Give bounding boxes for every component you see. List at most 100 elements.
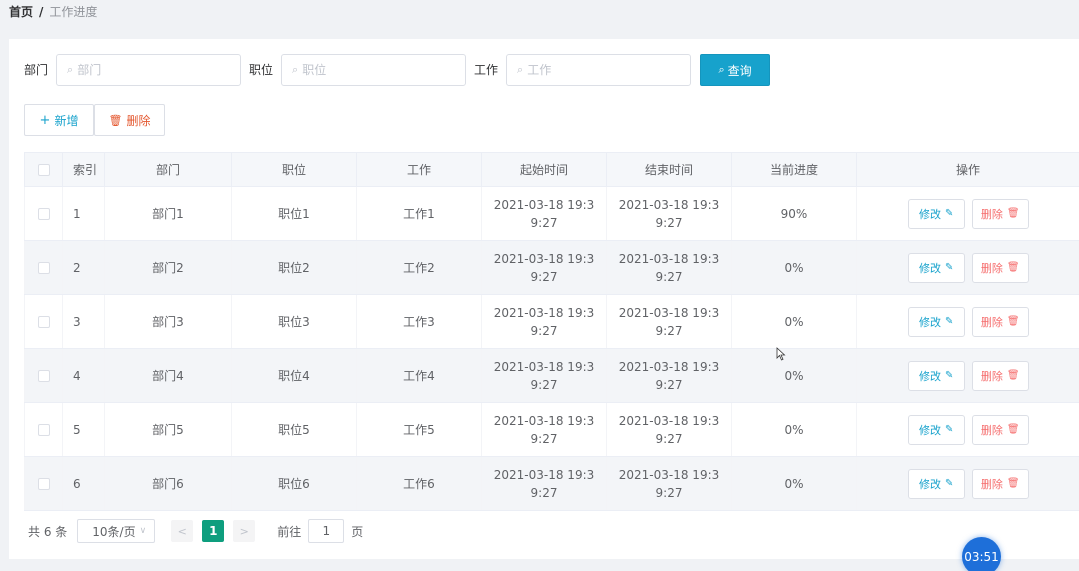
- cell-end-time: 2021-03-18 19:39:27: [606, 294, 732, 349]
- edit-button[interactable]: 修改 ✎: [907, 414, 965, 445]
- position-search-input[interactable]: [302, 63, 443, 77]
- page-size-value: 10条/页: [92, 524, 136, 539]
- header-start-time: 起始时间: [481, 152, 607, 187]
- edit-icon: ✎: [945, 262, 954, 273]
- cell-progress: 0%: [731, 294, 857, 349]
- job-search-field[interactable]: ⌕: [506, 54, 692, 86]
- start-time-text: 2021-03-18 19:39:27: [493, 413, 595, 446]
- row-checkbox[interactable]: [37, 262, 50, 274]
- select-all-checkbox[interactable]: [37, 164, 50, 176]
- delete-button-label: 删除: [980, 261, 1003, 275]
- delete-button[interactable]: 删除 🗑︎: [971, 198, 1029, 229]
- delete-button-label: 删除: [980, 423, 1003, 437]
- cell-job: 工作5: [356, 402, 482, 457]
- search-icon: ⌕: [67, 63, 74, 76]
- goto-page-input[interactable]: 1: [308, 519, 345, 543]
- cell-ops: 修改 ✎ 删除 🗑︎: [856, 294, 1079, 349]
- add-button[interactable]: + 新增: [24, 104, 94, 136]
- cell-ops: 修改 ✎ 删除 🗑︎: [856, 240, 1079, 295]
- position-label: 职位: [249, 63, 274, 77]
- cell-progress: 90%: [731, 186, 857, 241]
- table-row: 6 部门6 职位6 工作6 2021-03-18 19:39:27 2021-03-18 …: [24, 456, 1079, 511]
- query-button[interactable]: ⌕ 查询: [700, 54, 771, 86]
- progress-table: 索引 部门 职位 工作 起始时间 结束时间 当前进度 操作 1 部门1 职位1 工作1…: [24, 152, 1079, 511]
- edit-button[interactable]: 修改 ✎: [907, 360, 965, 391]
- row-select-cell: [24, 456, 63, 511]
- cell-index: 5: [62, 402, 105, 457]
- breadcrumb-current: 工作进度: [49, 5, 98, 19]
- edit-button-label: 修改: [919, 207, 942, 221]
- cell-progress: 0%: [731, 240, 857, 295]
- next-page-button[interactable]: >: [233, 520, 256, 542]
- cell-start-time: 2021-03-18 19:39:27: [481, 240, 607, 295]
- start-time-text: 2021-03-18 19:39:27: [493, 251, 595, 284]
- prev-page-button[interactable]: <: [171, 520, 194, 542]
- cell-ops: 修改 ✎ 删除 🗑︎: [856, 186, 1079, 241]
- cell-job: 工作2: [356, 240, 482, 295]
- add-button-label: 新增: [54, 113, 79, 128]
- delete-button[interactable]: 删除 🗑︎: [971, 468, 1029, 499]
- dept-search-input[interactable]: [77, 63, 218, 77]
- edit-icon: ✎: [945, 478, 954, 489]
- row-checkbox[interactable]: [37, 424, 50, 436]
- edit-button-label: 修改: [919, 261, 942, 275]
- trash-icon: 🗑︎: [1006, 370, 1020, 381]
- dept-search-field[interactable]: ⌕: [56, 54, 242, 86]
- cell-position: 职位2: [231, 240, 357, 295]
- job-search-input[interactable]: [527, 63, 668, 77]
- edit-button[interactable]: 修改 ✎: [907, 252, 965, 283]
- header-ops: 操作: [856, 152, 1079, 187]
- cell-index: 4: [62, 348, 105, 403]
- start-time-text: 2021-03-18 19:39:27: [493, 359, 595, 392]
- delete-button-label: 删除: [980, 207, 1003, 221]
- cell-end-time: 2021-03-18 19:39:27: [606, 456, 732, 511]
- cell-start-time: 2021-03-18 19:39:27: [481, 294, 607, 349]
- edit-button-label: 修改: [919, 423, 942, 437]
- cell-position: 职位3: [231, 294, 357, 349]
- edit-button[interactable]: 修改 ✎: [907, 306, 965, 337]
- delete-button-label: 删除: [980, 369, 1003, 383]
- timer-badge[interactable]: 03:51: [962, 537, 1001, 571]
- page-size-select[interactable]: 10条/页 ∨: [77, 519, 156, 543]
- cell-progress: 0%: [731, 348, 857, 403]
- search-icon: ⌕: [718, 63, 725, 76]
- start-time-text: 2021-03-18 19:39:27: [493, 197, 595, 230]
- mouse-cursor-icon: [776, 347, 786, 361]
- cell-end-time: 2021-03-18 19:39:27: [606, 240, 732, 295]
- cell-ops: 修改 ✎ 删除 🗑︎: [856, 348, 1079, 403]
- delete-button[interactable]: 删除 🗑︎: [971, 414, 1029, 445]
- cell-start-time: 2021-03-18 19:39:27: [481, 186, 607, 241]
- batch-delete-button[interactable]: 🗑︎ 删除: [94, 104, 165, 136]
- cell-dept: 部门2: [104, 240, 232, 295]
- content-card: 部门 ⌕ 职位 ⌕ 工作 ⌕ ⌕查询 +新增 🗑︎删除: [9, 39, 1079, 559]
- chevron-down-icon: ∨: [139, 526, 147, 536]
- cell-end-time: 2021-03-18 19:39:27: [606, 348, 732, 403]
- edit-button[interactable]: 修改 ✎: [907, 468, 965, 499]
- cell-position: 职位4: [231, 348, 357, 403]
- row-checkbox[interactable]: [37, 370, 50, 382]
- delete-button[interactable]: 删除 🗑︎: [971, 360, 1029, 391]
- edit-button[interactable]: 修改 ✎: [907, 198, 965, 229]
- search-icon: ⌕: [517, 63, 524, 76]
- row-checkbox[interactable]: [37, 478, 50, 490]
- header-dept: 部门: [104, 152, 232, 187]
- cell-job: 工作1: [356, 186, 482, 241]
- header-job: 工作: [356, 152, 482, 187]
- end-time-text: 2021-03-18 19:39:27: [618, 251, 720, 284]
- table-row: 5 部门5 职位5 工作5 2021-03-18 19:39:27 2021-03-18 …: [24, 402, 1079, 457]
- position-search-field[interactable]: ⌕: [281, 54, 467, 86]
- page-number-active[interactable]: 1: [202, 520, 225, 542]
- row-checkbox[interactable]: [37, 208, 50, 220]
- delete-button[interactable]: 删除 🗑︎: [971, 252, 1029, 283]
- action-bar: + 新增 🗑︎ 删除: [24, 104, 165, 136]
- cell-index: 3: [62, 294, 105, 349]
- breadcrumb-home[interactable]: 首页: [9, 5, 33, 19]
- edit-button-label: 修改: [919, 315, 942, 329]
- row-checkbox[interactable]: [37, 316, 50, 328]
- edit-icon: ✎: [945, 370, 954, 381]
- trash-icon: 🗑︎: [1006, 424, 1020, 435]
- cell-index: 6: [62, 456, 105, 511]
- cell-end-time: 2021-03-18 19:39:27: [606, 186, 732, 241]
- delete-button[interactable]: 删除 🗑︎: [971, 306, 1029, 337]
- trash-icon: 🗑︎: [1006, 316, 1020, 327]
